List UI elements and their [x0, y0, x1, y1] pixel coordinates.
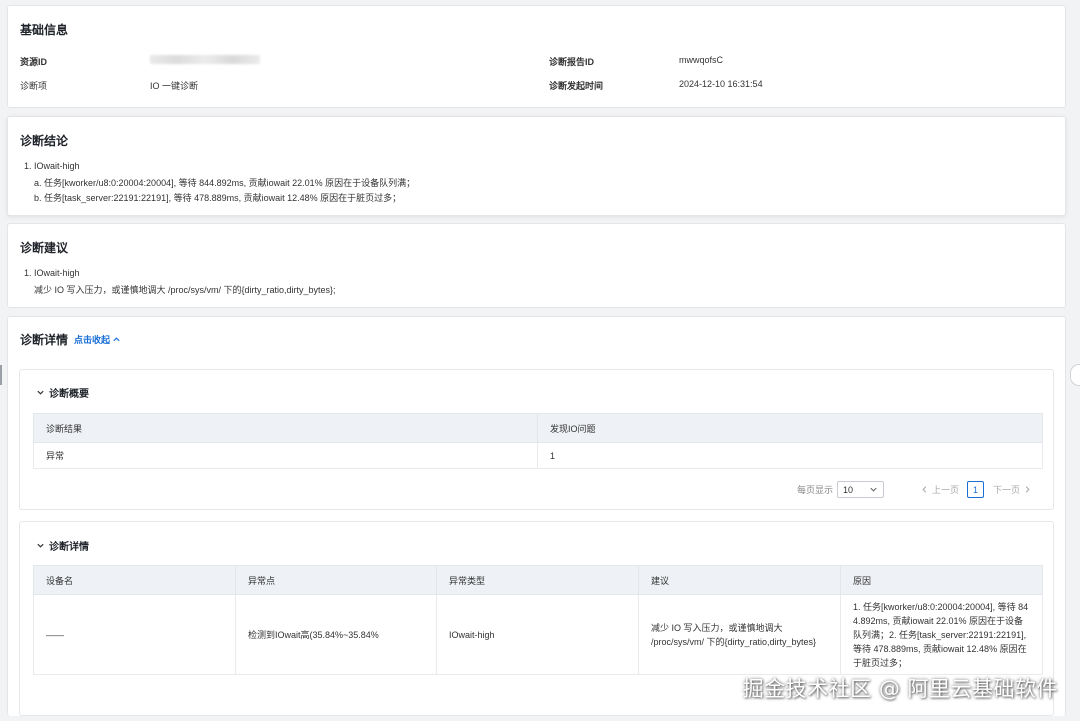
table-header-row: 设备名 异常点 异常类型 建议 原因	[33, 565, 1043, 595]
diagnosis-item-value: IO 一键诊断	[150, 81, 199, 91]
table-row: 异常 1	[33, 442, 1043, 469]
chevron-down-icon	[37, 543, 44, 548]
details-title: 诊断详情 点击收起	[20, 331, 121, 348]
collapse-link[interactable]: 点击收起	[74, 333, 121, 346]
chevron-right-icon	[1025, 486, 1030, 493]
column-header: 发现IO问题	[537, 413, 1043, 443]
advice-cell: 减少 IO 写入压力，或谨慎地调大 /proc/sys/vm/ 下的{dirty…	[638, 594, 841, 675]
floating-side-tab[interactable]	[1070, 364, 1080, 386]
page-number-current[interactable]: 1	[967, 481, 985, 498]
per-page-value: 10	[843, 484, 854, 495]
conclusion-line-2: a. 任务[kworker/u8:0:20004:20004], 等待 844.…	[34, 178, 416, 188]
per-page-select[interactable]: 10	[837, 481, 885, 498]
detail-table: 设备名 异常点 异常类型 建议 原因 —— 检测到IOwait高(35.84%~…	[33, 565, 1043, 675]
column-header: 异常类型	[436, 565, 639, 595]
suggestion-card: 诊断建议 1. IOwait-high 减少 IO 写入压力，或谨慎地调大 /p…	[7, 223, 1066, 308]
prev-page-label: 上一页	[932, 485, 960, 495]
detail-table-title: 诊断详情	[49, 542, 89, 553]
chevron-up-icon	[113, 337, 120, 342]
next-page-button[interactable]: 下一页	[993, 483, 1032, 496]
overview-table: 诊断结果 发现IO问题 异常 1	[33, 413, 1043, 469]
column-header: 异常点	[235, 565, 437, 595]
suggestion-line-2: 减少 IO 写入压力，或谨慎地调大 /proc/sys/vm/ 下的{dirty…	[34, 285, 336, 295]
device-cell: ——	[33, 594, 236, 675]
table-row: —— 检测到IOwait高(35.84%~35.84% IOwait-high …	[33, 594, 1043, 675]
anomaly-point-cell: 检测到IOwait高(35.84%~35.84%	[235, 594, 437, 675]
conclusion-title: 诊断结论	[20, 134, 69, 148]
watermark: 掘金技术社区 @ 阿里云基础软件	[742, 677, 1058, 701]
overview-card: 诊断概要 诊断结果 发现IO问题 异常 1 每页显示 10 上一页 1 下一页	[19, 369, 1054, 510]
table-header-row: 诊断结果 发现IO问题	[33, 413, 1043, 443]
column-header: 诊断结果	[33, 413, 538, 443]
resource-id-label: 资源ID	[20, 57, 48, 67]
detail-toggle[interactable]: 诊断详情	[36, 538, 89, 553]
report-id-label: 诊断报告ID	[549, 57, 595, 67]
suggestion-title: 诊断建议	[20, 241, 69, 255]
column-header: 原因	[840, 565, 1043, 595]
report-id-value: mwwqofsC	[679, 55, 724, 65]
diagnosis-time-label: 诊断发起时间	[549, 81, 604, 91]
next-page-label: 下一页	[993, 485, 1021, 495]
column-header: 设备名	[33, 565, 236, 595]
table-cell: 异常	[33, 442, 538, 469]
conclusion-card: 诊断结论 1. IOwait-high a. 任务[kworker/u8:0:2…	[7, 116, 1066, 216]
reason-cell: 1. 任务[kworker/u8:0:20004:20004], 等待 844.…	[840, 594, 1043, 675]
overview-toggle[interactable]: 诊断概要	[36, 385, 89, 400]
basic-info-title: 基础信息	[20, 23, 69, 37]
chevron-left-icon	[922, 486, 927, 493]
resource-id-value-redacted	[150, 55, 260, 64]
overview-title: 诊断概要	[49, 389, 89, 400]
pagination: 每页显示 10 上一页 1 下一页	[797, 481, 1032, 498]
scroll-indicator	[0, 365, 2, 385]
conclusion-line-1: 1. IOwait-high	[24, 161, 80, 171]
diagnosis-time-value: 2024-12-10 16:31:54	[679, 79, 763, 89]
collapse-link-label: 点击收起	[74, 335, 111, 345]
basic-info-card: 基础信息 资源ID 诊断报告ID mwwqofsC 诊断项 IO 一键诊断 诊断…	[7, 5, 1066, 108]
chevron-down-icon	[37, 390, 44, 395]
anomaly-type-cell: IOwait-high	[436, 594, 639, 675]
diagnosis-item-label: 诊断项	[20, 81, 48, 91]
chevron-down-icon	[870, 487, 877, 492]
per-page-label: 每页显示	[797, 485, 834, 495]
conclusion-line-3: b. 任务[task_server:22191:22191], 等待 478.8…	[34, 193, 402, 203]
prev-page-button[interactable]: 上一页	[920, 483, 959, 496]
suggestion-line-1: 1. IOwait-high	[24, 268, 80, 278]
table-cell: 1	[537, 442, 1043, 469]
details-title-text: 诊断详情	[20, 333, 69, 347]
column-header: 建议	[638, 565, 841, 595]
